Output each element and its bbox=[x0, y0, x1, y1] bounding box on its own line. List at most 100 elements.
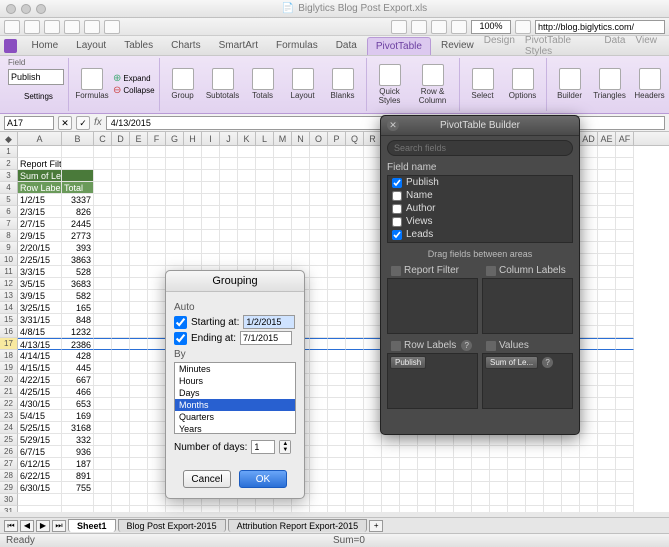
cell[interactable]: 4/8/15 bbox=[18, 326, 62, 338]
cell[interactable] bbox=[526, 446, 544, 458]
cell[interactable] bbox=[310, 410, 328, 422]
cell[interactable] bbox=[616, 242, 634, 254]
cell[interactable] bbox=[580, 218, 598, 230]
cell[interactable] bbox=[508, 470, 526, 482]
cell[interactable] bbox=[490, 434, 508, 446]
cell[interactable] bbox=[292, 170, 310, 182]
cell[interactable]: 165 bbox=[62, 302, 94, 314]
cell[interactable] bbox=[148, 266, 166, 278]
cell[interactable] bbox=[148, 422, 166, 434]
cell[interactable] bbox=[328, 254, 346, 266]
cell[interactable] bbox=[310, 398, 328, 410]
cell[interactable] bbox=[346, 266, 364, 278]
cell[interactable] bbox=[238, 218, 256, 230]
starting-at-input[interactable] bbox=[243, 315, 295, 329]
cell[interactable] bbox=[274, 230, 292, 242]
cell[interactable]: 4/14/15 bbox=[18, 350, 62, 362]
cell[interactable] bbox=[544, 482, 562, 494]
cell[interactable] bbox=[94, 434, 112, 446]
print-icon[interactable] bbox=[64, 20, 80, 34]
cell[interactable] bbox=[454, 506, 472, 512]
cell[interactable] bbox=[328, 422, 346, 434]
row-header[interactable]: 30 bbox=[0, 494, 18, 506]
select-all-corner[interactable]: ◆ bbox=[0, 132, 18, 145]
cell[interactable] bbox=[130, 266, 148, 278]
cell[interactable] bbox=[310, 230, 328, 242]
cell[interactable] bbox=[508, 458, 526, 470]
cell[interactable] bbox=[94, 218, 112, 230]
cell[interactable] bbox=[130, 278, 148, 290]
cell[interactable] bbox=[616, 350, 634, 362]
cell[interactable] bbox=[94, 362, 112, 374]
cell[interactable] bbox=[94, 398, 112, 410]
cell[interactable] bbox=[598, 494, 616, 506]
cell[interactable] bbox=[148, 506, 166, 512]
cell[interactable] bbox=[130, 290, 148, 302]
cell[interactable] bbox=[616, 494, 634, 506]
cell[interactable]: 891 bbox=[62, 470, 94, 482]
cell[interactable] bbox=[616, 266, 634, 278]
ending-at-checkbox[interactable] bbox=[174, 332, 187, 345]
cell[interactable] bbox=[310, 170, 328, 182]
cell[interactable] bbox=[328, 158, 346, 170]
cell[interactable] bbox=[130, 458, 148, 470]
cell[interactable]: 5/29/15 bbox=[18, 434, 62, 446]
cell[interactable] bbox=[130, 350, 148, 362]
cell[interactable] bbox=[364, 506, 382, 512]
cell[interactable] bbox=[310, 386, 328, 398]
cell[interactable] bbox=[130, 362, 148, 374]
cell[interactable] bbox=[580, 350, 598, 362]
cell[interactable] bbox=[184, 218, 202, 230]
cell[interactable] bbox=[580, 146, 598, 158]
cell[interactable] bbox=[562, 434, 580, 446]
cell[interactable] bbox=[346, 326, 364, 338]
cell[interactable] bbox=[346, 314, 364, 326]
cell[interactable] bbox=[328, 494, 346, 506]
cell[interactable] bbox=[112, 230, 130, 242]
add-sheet-icon[interactable]: + bbox=[369, 520, 383, 532]
cell[interactable] bbox=[148, 146, 166, 158]
col-header[interactable]: K bbox=[238, 132, 256, 145]
cell[interactable] bbox=[616, 218, 634, 230]
cell[interactable] bbox=[94, 326, 112, 338]
prev-sheet-icon[interactable]: ◀ bbox=[20, 520, 34, 532]
cell[interactable] bbox=[112, 410, 130, 422]
cell[interactable] bbox=[130, 338, 148, 350]
cell[interactable]: 3/25/15 bbox=[18, 302, 62, 314]
cell[interactable] bbox=[148, 158, 166, 170]
cell[interactable] bbox=[580, 194, 598, 206]
row-pill[interactable]: Publish bbox=[390, 356, 426, 369]
cell[interactable] bbox=[62, 506, 94, 512]
cell[interactable]: 2/25/15 bbox=[18, 254, 62, 266]
cell[interactable] bbox=[94, 302, 112, 314]
cell[interactable] bbox=[112, 446, 130, 458]
cell[interactable] bbox=[148, 242, 166, 254]
cell[interactable] bbox=[220, 242, 238, 254]
cell[interactable] bbox=[94, 494, 112, 506]
cell[interactable] bbox=[580, 326, 598, 338]
cell[interactable] bbox=[148, 350, 166, 362]
cell[interactable] bbox=[310, 422, 328, 434]
cell[interactable] bbox=[598, 458, 616, 470]
cell[interactable] bbox=[418, 470, 436, 482]
cell[interactable] bbox=[112, 302, 130, 314]
cell[interactable] bbox=[346, 158, 364, 170]
cell[interactable] bbox=[346, 362, 364, 374]
cell[interactable]: 653 bbox=[62, 398, 94, 410]
cell[interactable] bbox=[238, 242, 256, 254]
cell[interactable] bbox=[94, 170, 112, 182]
cell[interactable] bbox=[454, 458, 472, 470]
cell[interactable] bbox=[364, 494, 382, 506]
cell[interactable] bbox=[436, 434, 454, 446]
cell[interactable]: 582 bbox=[62, 290, 94, 302]
cell[interactable] bbox=[310, 434, 328, 446]
field-list[interactable]: PublishNameAuthorViewsLeads bbox=[387, 175, 573, 243]
cell[interactable] bbox=[202, 218, 220, 230]
cell[interactable] bbox=[580, 206, 598, 218]
help-icon[interactable]: ? bbox=[461, 340, 472, 351]
cell[interactable] bbox=[220, 170, 238, 182]
cell[interactable] bbox=[112, 218, 130, 230]
cell[interactable] bbox=[580, 254, 598, 266]
cell[interactable] bbox=[220, 158, 238, 170]
cell[interactable] bbox=[292, 182, 310, 194]
